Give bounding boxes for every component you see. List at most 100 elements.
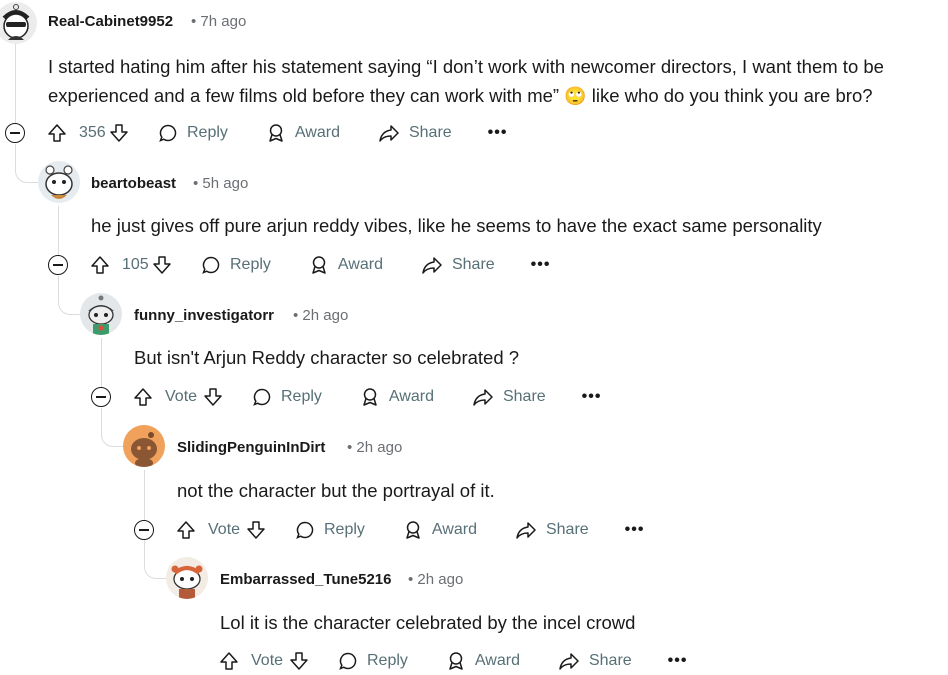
share-button[interactable]: Share [378, 123, 452, 143]
share-arrow-icon [422, 257, 442, 274]
more-options-button[interactable]: ••• [531, 256, 551, 274]
share-button[interactable]: Share [421, 255, 495, 275]
comment-timestamp: • 2h ago [293, 307, 349, 324]
speech-bubble-icon [339, 652, 357, 670]
avatar[interactable] [80, 293, 122, 335]
upvote-button[interactable] [90, 255, 110, 275]
upvote-button[interactable] [176, 520, 196, 540]
reply-label: Reply [187, 124, 228, 141]
comment-action-bar: 356 Reply Award Share ••• [47, 119, 507, 147]
thread-elbow [144, 540, 167, 579]
award-label: Award [294, 124, 340, 141]
thread-elbow [58, 276, 81, 315]
downvote-button[interactable] [152, 255, 172, 275]
comment-body-line: experienced and a few films old before t… [48, 81, 938, 111]
share-button[interactable]: Share [558, 651, 632, 671]
share-label: Share [545, 521, 589, 538]
comment-body: Lol it is the character celebrated by th… [220, 612, 636, 633]
reply-button[interactable]: Reply [201, 255, 271, 275]
comment-body: I started hating him after his statement… [48, 52, 938, 111]
downvote-arrow-icon [204, 388, 222, 406]
downvote-button[interactable] [246, 520, 266, 540]
share-arrow-icon [379, 125, 399, 142]
reply-button[interactable]: Reply [295, 520, 365, 540]
collapse-minus-icon[interactable] [5, 123, 25, 143]
downvote-arrow-icon [153, 256, 171, 274]
reply-label: Reply [324, 521, 365, 538]
speech-bubble-icon [159, 124, 177, 142]
downvote-button[interactable] [289, 651, 309, 671]
comment-username[interactable]: Embarrassed_Tune5216 [220, 571, 391, 588]
comment-body: But isn't Arjun Reddy character so celeb… [134, 347, 520, 368]
more-options-button[interactable]: ••• [488, 124, 508, 142]
eye-roll-emoji: 🙄 [564, 86, 587, 106]
share-label: Share [502, 388, 546, 405]
award-ribbon-icon [269, 124, 283, 142]
comment-body: not the character but the portrayal of i… [177, 480, 495, 501]
award-button[interactable]: Award [360, 387, 434, 407]
comment-timestamp: • 2h ago [408, 571, 464, 588]
award-button[interactable]: Award [309, 255, 383, 275]
reply-button[interactable]: Reply [158, 123, 228, 143]
comment-username[interactable]: SlidingPenguinInDirt [177, 439, 325, 456]
reply-label: Reply [367, 652, 408, 669]
comment-timestamp: • 7h ago [191, 13, 247, 30]
reply-label: Reply [230, 256, 271, 273]
more-options-button[interactable]: ••• [668, 652, 688, 670]
downvote-button[interactable] [109, 123, 129, 143]
comment-action-bar: Vote Reply Award Share ••• [219, 647, 687, 675]
reply-label: Reply [281, 388, 322, 405]
comment-username[interactable]: beartobeast [91, 175, 176, 192]
award-label: Award [474, 652, 520, 669]
award-button[interactable]: Award [266, 123, 340, 143]
thread-line [101, 338, 102, 390]
avatar[interactable] [0, 2, 37, 44]
avatar[interactable] [123, 425, 165, 467]
downvote-arrow-icon [290, 652, 308, 670]
share-arrow-icon [473, 389, 493, 406]
snoo-avatar-icon [2, 4, 30, 40]
snoo-avatar-icon [171, 565, 203, 599]
thread-line [58, 206, 59, 258]
collapse-minus-icon[interactable] [134, 520, 154, 540]
upvote-arrow-icon [48, 124, 66, 142]
award-label: Award [388, 388, 434, 405]
speech-bubble-icon [253, 388, 271, 406]
comment-body-text: like who do you think you are bro? [591, 85, 873, 106]
share-button[interactable]: Share [515, 520, 589, 540]
award-ribbon-icon [406, 521, 420, 539]
comment-body-line: I started hating him after his statement… [48, 56, 884, 77]
upvote-button[interactable] [47, 123, 67, 143]
comment-username[interactable]: Real-Cabinet9952 [48, 13, 173, 30]
upvote-arrow-icon [220, 652, 238, 670]
award-ribbon-icon [449, 652, 463, 670]
snoo-avatar-icon [88, 295, 114, 335]
share-label: Share [451, 256, 495, 273]
comment-body-text: experienced and a few films old before t… [48, 85, 560, 106]
reply-button[interactable]: Reply [338, 651, 408, 671]
comment-username[interactable]: funny_investigatorr [134, 307, 274, 324]
vote-label: Vote [165, 388, 198, 405]
thread-line [15, 40, 16, 126]
upvote-button[interactable] [219, 651, 239, 671]
more-options-button[interactable]: ••• [625, 521, 645, 539]
award-ribbon-icon [363, 388, 377, 406]
comment-timestamp: • 2h ago [347, 439, 403, 456]
vote-label: Vote [208, 521, 241, 538]
award-button[interactable]: Award [446, 651, 520, 671]
reply-button[interactable]: Reply [252, 387, 322, 407]
speech-bubble-icon [296, 521, 314, 539]
avatar[interactable] [38, 161, 80, 203]
more-options-button[interactable]: ••• [582, 388, 602, 406]
downvote-button[interactable] [203, 387, 223, 407]
upvote-button[interactable] [133, 387, 153, 407]
avatar[interactable] [166, 557, 208, 599]
award-label: Award [337, 256, 383, 273]
collapse-minus-icon[interactable] [48, 255, 68, 275]
collapse-minus-icon[interactable] [91, 387, 111, 407]
award-button[interactable]: Award [403, 520, 477, 540]
share-label: Share [408, 124, 452, 141]
share-button[interactable]: Share [472, 387, 546, 407]
thread-line [144, 470, 145, 522]
award-label: Award [431, 521, 477, 538]
